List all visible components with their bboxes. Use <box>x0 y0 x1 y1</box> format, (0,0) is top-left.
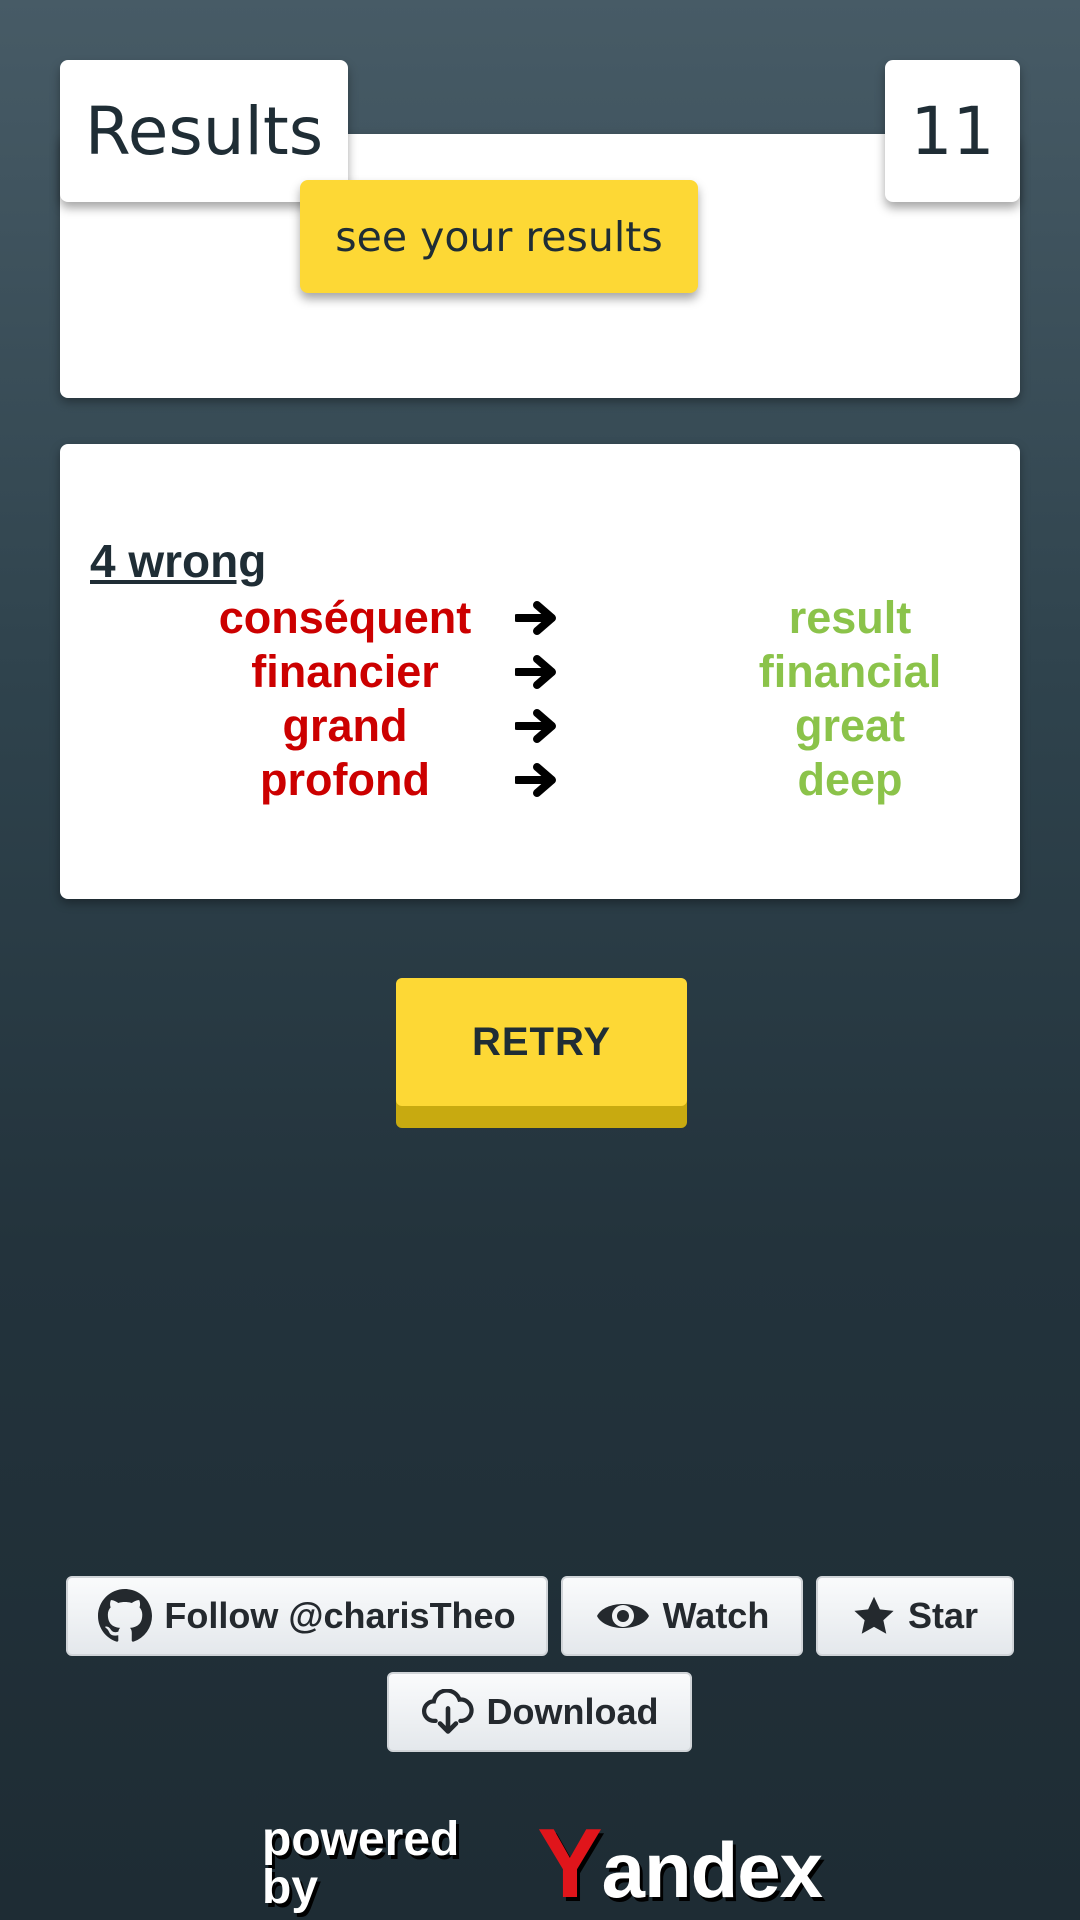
yandex-logo-letter: Y <box>537 1808 602 1918</box>
target-word: result <box>788 592 912 643</box>
github-follow-label: Follow @charisTheo <box>164 1595 516 1636</box>
list-item: grand great <box>60 699 1020 753</box>
list-item: profond deep <box>60 753 1020 807</box>
github-watch-label: Watch <box>662 1595 770 1636</box>
github-star-label: Star <box>907 1595 979 1636</box>
github-star-button[interactable]: Star <box>816 1576 1014 1656</box>
source-word: grand <box>282 700 408 751</box>
github-watch-button[interactable]: Watch <box>561 1576 803 1656</box>
source-word: profond <box>260 754 430 805</box>
github-follow-button[interactable]: Follow @charisTheo <box>66 1576 548 1656</box>
arrow-right-icon <box>515 601 556 635</box>
list-item: financier financial <box>60 645 1020 699</box>
source-word: financier <box>251 646 439 697</box>
cloud-download-icon <box>421 1689 474 1734</box>
target-word: great <box>794 700 906 751</box>
target-word: financial <box>758 646 942 697</box>
star-icon <box>854 1596 894 1634</box>
results-card: 4 wrong conséquent result financier fina… <box>60 444 1020 899</box>
arrow-right-icon <box>515 763 556 797</box>
list-item: conséquent result <box>60 591 1020 645</box>
powered-by-text: powered by <box>262 1813 460 1914</box>
arrow-right-icon <box>515 709 556 743</box>
yandex-logo[interactable]: Yandex <box>537 1814 823 1914</box>
arrow-right-icon <box>515 655 556 689</box>
word-pairs-list: conséquent result financier financial gr… <box>60 591 1020 807</box>
retry-button[interactable]: RETRY <box>396 978 687 1106</box>
score-badge: 11 <box>885 60 1020 202</box>
eye-icon <box>596 1604 649 1628</box>
powered-by-footer: powered by Yandex <box>262 1812 823 1914</box>
yandex-logo-rest: andex <box>601 1826 823 1914</box>
github-icon <box>98 1589 153 1642</box>
target-word: deep <box>797 754 903 805</box>
wrong-count-heading: 4 wrong <box>90 535 267 587</box>
github-download-button[interactable]: Download <box>387 1672 692 1752</box>
github-download-label: Download <box>486 1691 659 1732</box>
see-results-button[interactable]: see your results <box>300 180 698 293</box>
source-word: conséquent <box>218 592 472 643</box>
